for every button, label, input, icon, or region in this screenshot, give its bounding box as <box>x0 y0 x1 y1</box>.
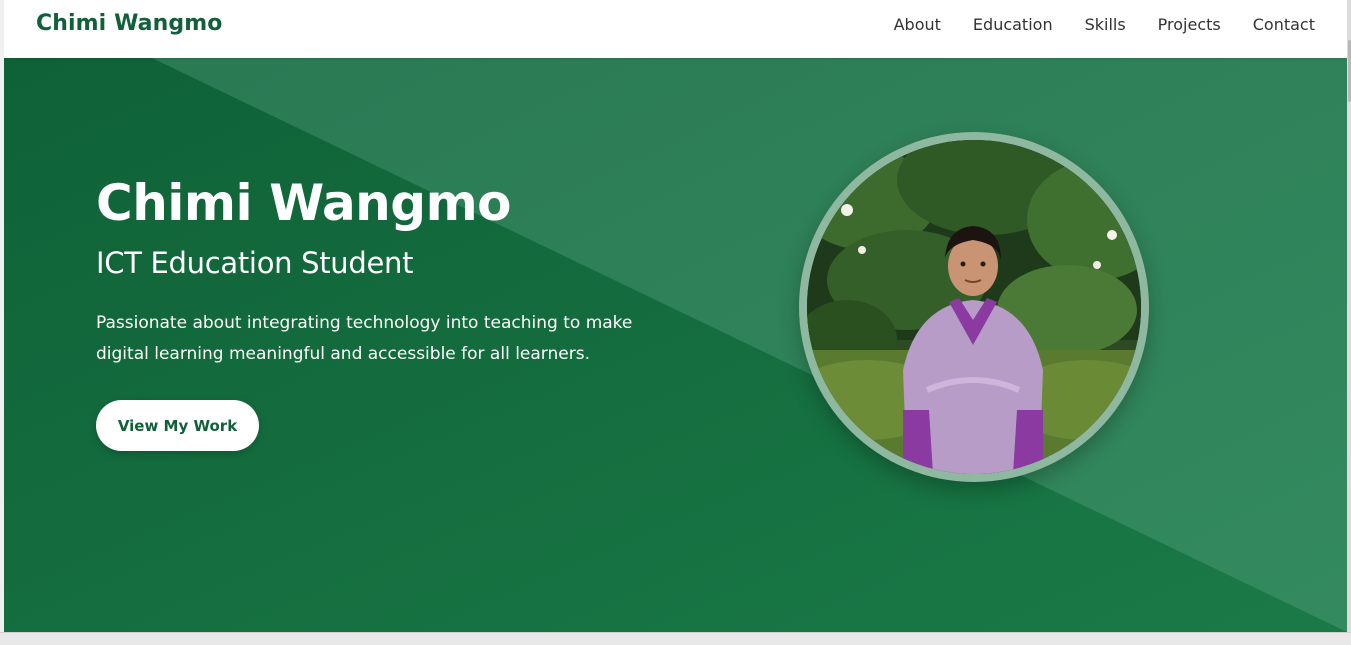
nav-link-skills[interactable]: Skills <box>1085 15 1126 34</box>
nav-links: About Education Skills Projects Contact <box>894 15 1315 34</box>
hero-section: Chimi Wangmo ICT Education Student Passi… <box>4 58 1347 632</box>
hero-description: Passionate about integrating technology … <box>96 313 633 364</box>
nav-link-contact[interactable]: Contact <box>1253 15 1315 34</box>
profile-photo-frame <box>799 132 1149 482</box>
hero-name: Chimi Wangmo <box>96 174 512 232</box>
profile-photo-image <box>807 140 1141 474</box>
nav-link-about[interactable]: About <box>894 15 941 34</box>
window-bottom-bar <box>0 632 1351 645</box>
navbar: Chimi Wangmo About Education Skills Proj… <box>4 0 1347 58</box>
brand-logo[interactable]: Chimi Wangmo <box>36 11 222 36</box>
nav-link-projects[interactable]: Projects <box>1158 15 1221 34</box>
nav-link-education[interactable]: Education <box>973 15 1053 34</box>
page: Chimi Wangmo About Education Skills Proj… <box>4 0 1347 632</box>
view-my-work-button[interactable]: View My Work <box>96 400 259 451</box>
hero-subtitle: ICT Education Student <box>96 246 414 280</box>
profile-photo <box>807 140 1141 474</box>
